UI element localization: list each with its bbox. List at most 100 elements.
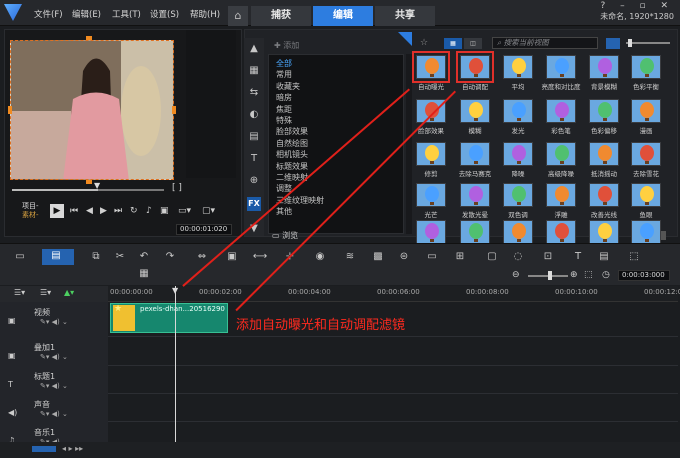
category-item[interactable]: 自然绘图 <box>276 138 308 149</box>
category-item[interactable]: 脸部效果 <box>276 126 308 137</box>
filter-thumbnail[interactable] <box>460 220 490 244</box>
filter-thumbnail[interactable] <box>503 183 533 207</box>
filter-thumbnail[interactable] <box>460 183 490 207</box>
volume-icon[interactable]: ♪ <box>146 206 152 216</box>
menu-help[interactable]: 帮助(H) <box>190 8 220 20</box>
marker-icon[interactable]: ▦ <box>136 268 152 279</box>
track-row-overlay[interactable] <box>108 337 678 366</box>
filter-thumbnail[interactable] <box>631 99 661 123</box>
timeline-timecode[interactable]: 0:00:03:000 <box>618 270 670 281</box>
thumbnail-view-button[interactable] <box>606 38 620 49</box>
record-icon[interactable]: ▣ <box>224 251 240 262</box>
crop-handle-bottom[interactable] <box>86 180 92 184</box>
zoom-in-icon[interactable]: ⊕ <box>570 270 578 280</box>
fit-project-icon[interactable]: ⬚ <box>584 270 593 280</box>
video-filter-toggle[interactable]: ▦ <box>444 38 462 49</box>
menu-settings[interactable]: 设置(S) <box>150 8 179 20</box>
filter-thumbnail[interactable] <box>456 51 494 83</box>
filter-thumbnail[interactable] <box>589 142 619 166</box>
tab-edit[interactable]: 编辑 <box>313 6 373 26</box>
category-item[interactable]: 常用 <box>276 69 292 80</box>
zoom-knob[interactable] <box>548 271 552 280</box>
home-icon[interactable]: ⌂ <box>228 6 248 26</box>
tab-capture[interactable]: 捕获 <box>251 6 311 26</box>
track-controls-icon[interactable]: ✎▾ ◀) ⌄ <box>40 318 68 326</box>
category-item[interactable]: 全部 <box>276 58 292 69</box>
track-controls-icon[interactable]: ✎▾ ◀) ⌄ <box>40 353 68 361</box>
filter-thumbnail[interactable] <box>412 51 450 83</box>
audio-icon[interactable]: ≋ <box>342 251 358 262</box>
text-icon[interactable]: T <box>570 251 586 262</box>
color-icon[interactable]: ◉ <box>312 251 328 262</box>
tools-icon[interactable]: ✂ <box>112 251 128 262</box>
menu-edit[interactable]: 编辑(E) <box>72 8 101 20</box>
scrub-knob-icon[interactable]: ▼ <box>94 181 100 190</box>
thumbnail-size-slider[interactable] <box>626 42 670 44</box>
filter-thumbnail[interactable] <box>631 220 661 244</box>
ripple-icon[interactable]: ☰▾ <box>40 288 51 297</box>
audio-filter-toggle[interactable]: ◫ <box>464 38 482 49</box>
horizontal-scrollbar[interactable] <box>32 446 56 452</box>
aspect-icon[interactable]: ▭▾ <box>178 206 191 216</box>
filter-thumbnail[interactable] <box>546 220 576 244</box>
add-folder-button[interactable]: ✚ 添加 <box>274 40 299 51</box>
graphic-icon[interactable]: ◐ <box>247 108 261 122</box>
filter-thumbnail[interactable] <box>503 99 533 123</box>
filter-thumbnail[interactable] <box>589 55 619 79</box>
filter-thumbnail[interactable] <box>546 183 576 207</box>
filter-thumbnail[interactable] <box>503 55 533 79</box>
filter-thumbnail[interactable] <box>589 220 619 244</box>
window-controls[interactable]: ? – ▫ ✕ <box>601 1 675 11</box>
stop-motion-icon[interactable]: ⊡ <box>540 251 556 262</box>
filter-thumbnail[interactable] <box>503 142 533 166</box>
category-item[interactable]: 其他 <box>276 206 292 217</box>
caption-icon[interactable]: ▭ <box>424 251 440 262</box>
filter-thumbnail[interactable] <box>631 142 661 166</box>
filter-thumbnail[interactable] <box>546 142 576 166</box>
media-icon[interactable]: ▲ <box>247 42 261 56</box>
category-item[interactable]: 相机镜头 <box>276 149 308 160</box>
track-list-icon[interactable]: ☰▾ <box>14 288 25 297</box>
browse-button[interactable]: ▭ 浏览 <box>272 230 298 241</box>
category-item[interactable]: 特殊 <box>276 115 292 126</box>
thumbnail-size-knob[interactable] <box>628 39 632 47</box>
filter-thumbnail[interactable] <box>631 55 661 79</box>
fx-icon[interactable]: FX <box>247 197 261 211</box>
preview-video[interactable] <box>10 40 174 180</box>
hd-icon[interactable]: ▣ <box>160 206 169 216</box>
end-icon[interactable]: ⏭ <box>114 206 122 216</box>
split-icon[interactable]: ⟷ <box>252 251 268 262</box>
category-item[interactable]: 暗房 <box>276 92 292 103</box>
filter-thumbnail[interactable] <box>589 183 619 207</box>
filter-thumbnail[interactable] <box>416 142 446 166</box>
display-icon[interactable]: ▢▾ <box>202 206 215 216</box>
filter-thumbnail[interactable] <box>416 183 446 207</box>
mix-icon[interactable]: ▩ <box>370 251 386 262</box>
filter-thumbnail[interactable] <box>589 99 619 123</box>
scroll-arrows-icon[interactable]: ◂ ▸ ▸▸ <box>62 444 83 453</box>
storyboard-view-icon[interactable]: ▭ <box>12 251 28 262</box>
mask-icon[interactable]: ◌ <box>510 251 526 262</box>
filter-thumbnail[interactable] <box>546 99 576 123</box>
menu-tools[interactable]: 工具(T) <box>112 8 141 20</box>
start-icon[interactable]: ⏮ <box>70 206 78 216</box>
crop-handle-top[interactable] <box>86 36 92 40</box>
title-icon[interactable]: T <box>247 152 261 166</box>
track-manager-icon[interactable]: ⧉ <box>88 251 104 262</box>
overlay-icon[interactable]: ▤ <box>247 130 261 144</box>
tab-share[interactable]: 共享 <box>375 6 435 26</box>
prev-frame-icon[interactable]: ◀ <box>86 206 93 216</box>
repeat-icon[interactable]: ↻ <box>130 206 138 216</box>
menu-file[interactable]: 文件(F) <box>34 8 63 20</box>
crop-handle-right[interactable] <box>172 106 176 114</box>
category-item[interactable]: 收藏夹 <box>276 81 300 92</box>
filter-thumbnail[interactable] <box>503 220 533 244</box>
play-button[interactable]: ▶ <box>50 204 64 218</box>
trim-bracket[interactable]: [ ] <box>172 183 182 193</box>
fit-icon[interactable]: ⇔ <box>194 251 210 262</box>
zoom-out-icon[interactable]: ⊖ <box>512 270 520 280</box>
filter-thumbnail[interactable] <box>416 220 446 244</box>
subtitle-icon[interactable]: ⊜ <box>396 251 412 262</box>
filter-icon[interactable]: ⊕ <box>247 174 261 188</box>
track-row-voice[interactable] <box>108 394 678 422</box>
